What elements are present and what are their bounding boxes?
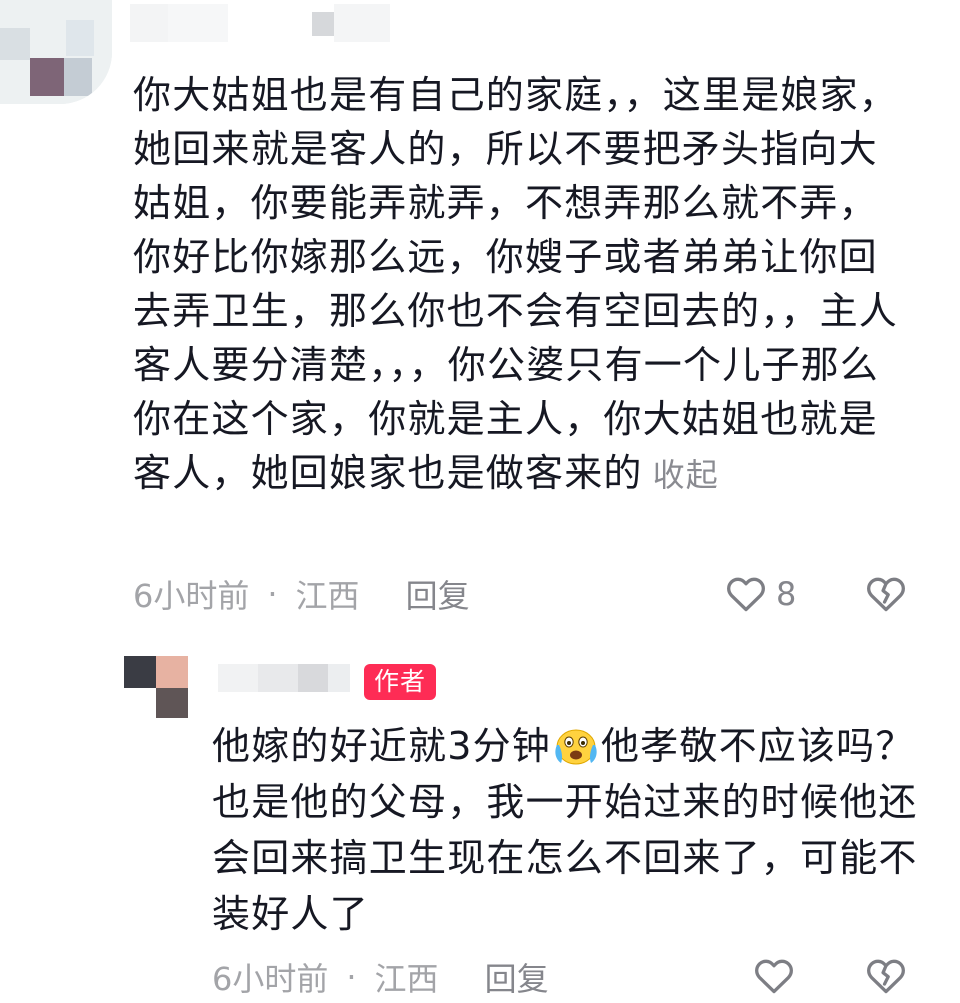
crying-face-emoji (555, 729, 597, 765)
collapse-link[interactable]: 收起 (653, 456, 719, 494)
reply-time: 6小时前 (212, 960, 329, 998)
meta-separator: · (267, 575, 278, 613)
comment-location: 江西 (295, 577, 360, 615)
reply-meta: 6小时前 · 江西 回复 (212, 954, 549, 1000)
reply-avatar[interactable] (124, 656, 188, 718)
heart-outline-icon (755, 959, 793, 994)
broken-heart-icon (867, 959, 905, 994)
reply-button[interactable]: 回复 (406, 571, 470, 617)
reply-dislike-button[interactable] (864, 954, 908, 1002)
meta-separator: · (346, 958, 357, 996)
comment-text: 你大姑姐也是有自己的家庭，，这里是娘家，她回来就是客人的，所以不要把矛头指向大姑… (133, 68, 913, 502)
username-blurred[interactable] (130, 4, 390, 42)
reply-text: 他嫁的好近就3分钟 他孝敬不应该吗？也是他的父母，我一开始过来的时候他还会回来搞… (212, 718, 932, 942)
reply-body-part1: 他嫁的好近就3分钟 (212, 724, 551, 768)
broken-heart-icon (867, 577, 905, 612)
like-count: 8 (776, 575, 797, 613)
author-badge: 作者 (364, 664, 437, 700)
dislike-button[interactable] (864, 572, 908, 620)
comment-meta: 6小时前 · 江西 回复 (133, 571, 470, 617)
heart-outline-icon (727, 577, 765, 612)
avatar[interactable] (0, 0, 112, 104)
reply-location: 江西 (374, 960, 439, 998)
comment-thread: 你大姑姐也是有自己的家庭，，这里是娘家，她回来就是客人的，所以不要把矛头指向大姑… (0, 0, 960, 1003)
reply-username-blurred[interactable] (218, 664, 350, 692)
comment-body: 你大姑姐也是有自己的家庭，，这里是娘家，她回来就是客人的，所以不要把矛头指向大姑… (133, 73, 899, 495)
comment-time: 6小时前 (133, 577, 250, 615)
like-button[interactable]: 8 (724, 572, 796, 616)
reply-like-button[interactable] (752, 954, 796, 1002)
reply-reply-button[interactable]: 回复 (485, 954, 549, 1000)
